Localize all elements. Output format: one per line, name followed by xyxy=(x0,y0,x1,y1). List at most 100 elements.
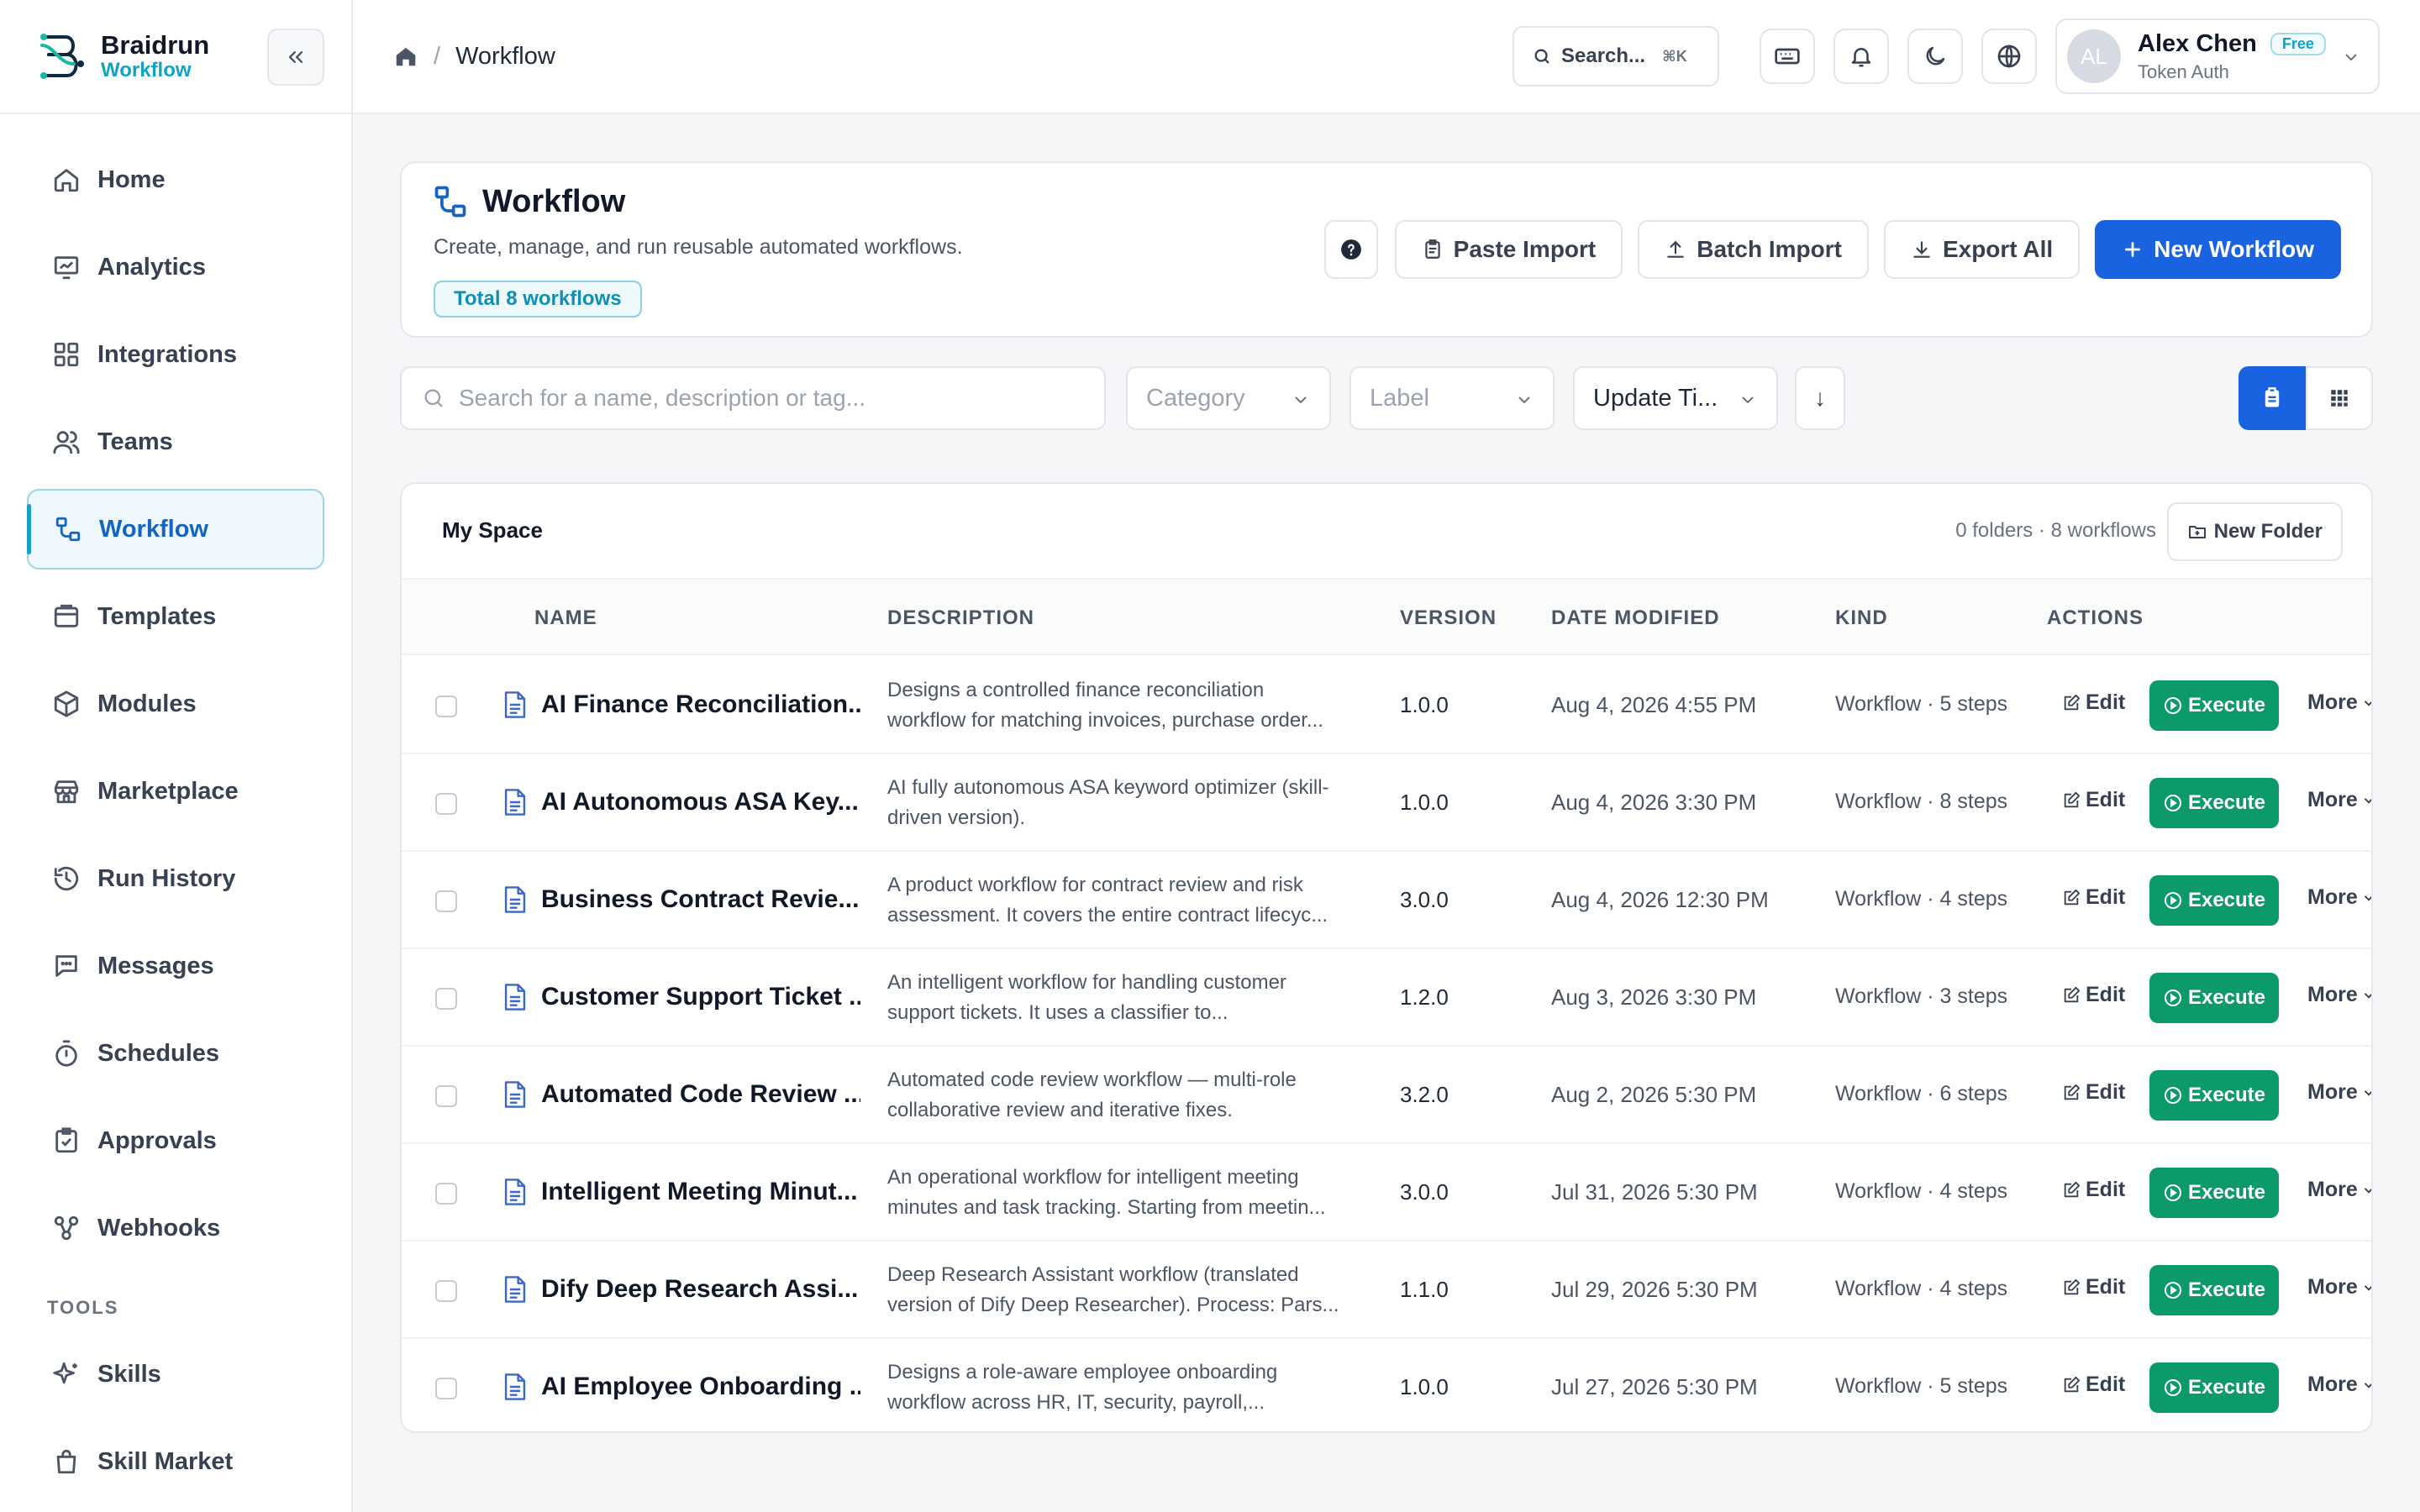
workflow-name[interactable]: Intelligent Meeting Minut... xyxy=(541,1178,860,1206)
brand[interactable]: Braidrun Workflow xyxy=(0,0,351,114)
execute-label: Execute xyxy=(2187,791,2266,814)
sidebar-item-modules[interactable]: Modules xyxy=(27,664,324,744)
batch-import-button[interactable]: Batch Import xyxy=(1638,220,1869,279)
new-folder-button[interactable]: New Folder xyxy=(2166,502,2343,561)
row-checkbox[interactable] xyxy=(435,1280,457,1302)
workflow-name[interactable]: AI Finance Reconciliation... xyxy=(541,690,860,719)
sidebar-item-workflow[interactable]: Workflow xyxy=(27,489,324,570)
sidebar-item-templates[interactable]: Templates xyxy=(27,576,324,657)
column-header-date-modified[interactable]: DATE MODIFIED xyxy=(1551,606,1720,630)
edit-button[interactable]: Edit xyxy=(2062,1275,2125,1299)
row-checkbox[interactable] xyxy=(435,1085,457,1107)
sidebar-item-teams[interactable]: Teams xyxy=(27,402,324,482)
edit-button[interactable]: Edit xyxy=(2062,983,2125,1007)
workflow-version: 1.0.0 xyxy=(1400,1374,1449,1399)
workflow-name[interactable]: AI Autonomous ASA Key... xyxy=(541,788,860,816)
table-row[interactable]: AI Autonomous ASA Key... AI fully autono… xyxy=(402,754,2371,852)
sort-select[interactable]: Update Ti... xyxy=(1573,366,1778,430)
workflow-name[interactable]: Dify Deep Research Assi... xyxy=(541,1275,860,1304)
edit-button[interactable]: Edit xyxy=(2062,885,2125,910)
notifications-button[interactable] xyxy=(1833,29,1889,84)
more-button[interactable]: More xyxy=(2307,1080,2371,1105)
table-row[interactable]: AI Employee Onboarding ... Designs a rol… xyxy=(402,1339,2371,1431)
more-button[interactable]: More xyxy=(2307,1373,2371,1397)
braidrun-logo-icon xyxy=(40,34,84,79)
more-button[interactable]: More xyxy=(2307,690,2371,715)
sidebar-item-skill-market[interactable]: Skill Market xyxy=(27,1421,324,1502)
column-header-version[interactable]: VERSION xyxy=(1400,606,1497,630)
list-view-button[interactable] xyxy=(2238,366,2306,430)
more-button[interactable]: More xyxy=(2307,1275,2371,1299)
edit-button[interactable]: Edit xyxy=(2062,1373,2125,1397)
table-row[interactable]: Customer Support Ticket ... An intellige… xyxy=(402,949,2371,1047)
table-row[interactable]: Intelligent Meeting Minut... An operatio… xyxy=(402,1144,2371,1242)
page-description: Create, manage, and run reusable automat… xyxy=(434,235,963,259)
sidebar: Braidrun Workflow Home Analytics Integra… xyxy=(0,0,353,1512)
new-folder-label: New Folder xyxy=(2213,520,2323,543)
help-button[interactable] xyxy=(1323,220,1378,279)
execute-button[interactable]: Execute xyxy=(2149,1265,2279,1315)
bell-icon xyxy=(1851,48,1871,67)
theme-toggle-button[interactable] xyxy=(1907,29,1963,84)
table-row[interactable]: Business Contract Revie... A product wor… xyxy=(402,852,2371,949)
row-checkbox[interactable] xyxy=(435,696,457,717)
table-row[interactable]: Dify Deep Research Assi... Deep Research… xyxy=(402,1242,2371,1339)
home-icon[interactable] xyxy=(393,44,418,69)
workflow-name[interactable]: Business Contract Revie... xyxy=(541,885,860,914)
sidebar-item-marketplace[interactable]: Marketplace xyxy=(27,751,324,832)
sidebar-item-schedules[interactable]: Schedules xyxy=(27,1013,324,1094)
table-row[interactable]: AI Finance Reconciliation... Designs a c… xyxy=(402,657,2371,754)
execute-button[interactable]: Execute xyxy=(2149,680,2279,731)
execute-button[interactable]: Execute xyxy=(2149,875,2279,926)
sidebar-item-messages[interactable]: Messages xyxy=(27,926,324,1006)
row-checkbox[interactable] xyxy=(435,1183,457,1205)
row-checkbox[interactable] xyxy=(435,988,457,1010)
workflow-name[interactable]: Customer Support Ticket ... xyxy=(541,983,860,1011)
sidebar-item-run-history[interactable]: Run History xyxy=(27,838,324,919)
language-button[interactable] xyxy=(1981,29,2037,84)
sidebar-item-analytics[interactable]: Analytics xyxy=(27,227,324,307)
workflow-version: 3.0.0 xyxy=(1400,1179,1449,1205)
execute-button[interactable]: Execute xyxy=(2149,1362,2279,1413)
collapse-sidebar-button[interactable] xyxy=(267,29,324,86)
workflow-name[interactable]: AI Employee Onboarding ... xyxy=(541,1373,860,1401)
user-menu[interactable]: AL Alex Chen Free Token Auth xyxy=(2055,18,2380,94)
edit-button[interactable]: Edit xyxy=(2062,788,2125,812)
row-checkbox[interactable] xyxy=(435,1378,457,1399)
edit-button[interactable]: Edit xyxy=(2062,690,2125,715)
paste-import-button[interactable]: Paste Import xyxy=(1394,220,1623,279)
clipboard-list-icon xyxy=(2265,387,2280,407)
more-button[interactable]: More xyxy=(2307,788,2371,812)
workflow-search-input[interactable]: Search for a name, description or tag... xyxy=(400,366,1106,430)
execute-button[interactable]: Execute xyxy=(2149,1070,2279,1121)
sort-direction-button[interactable]: ↓ xyxy=(1795,366,1845,430)
row-checkbox[interactable] xyxy=(435,890,457,912)
sidebar-item-skills[interactable]: Skills xyxy=(27,1334,324,1415)
execute-button[interactable]: Execute xyxy=(2149,1168,2279,1218)
chevron-down-icon xyxy=(2345,54,2357,61)
new-workflow-button[interactable]: New Workflow xyxy=(2095,220,2341,279)
execute-button[interactable]: Execute xyxy=(2149,778,2279,828)
sidebar-item-approvals[interactable]: Approvals xyxy=(27,1100,324,1181)
export-all-button[interactable]: Export All xyxy=(1883,220,2081,279)
sidebar-item-home[interactable]: Home xyxy=(27,139,324,220)
bag-icon xyxy=(56,1449,76,1474)
more-button[interactable]: More xyxy=(2307,983,2371,1007)
webhooks-icon xyxy=(54,1215,79,1241)
label-select[interactable]: Label xyxy=(1349,366,1555,430)
category-select[interactable]: Category xyxy=(1126,366,1331,430)
table-row[interactable]: Automated Code Review ... Automated code… xyxy=(402,1047,2371,1144)
sidebar-item-integrations[interactable]: Integrations xyxy=(27,314,324,395)
more-button[interactable]: More xyxy=(2307,1178,2371,1202)
row-checkbox[interactable] xyxy=(435,793,457,815)
edit-button[interactable]: Edit xyxy=(2062,1178,2125,1202)
execute-button[interactable]: Execute xyxy=(2149,973,2279,1023)
more-button[interactable]: More xyxy=(2307,885,2371,910)
edit-button[interactable]: Edit xyxy=(2062,1080,2125,1105)
global-search-button[interactable]: Search... ⌘K xyxy=(1512,26,1719,87)
sidebar-item-webhooks[interactable]: Webhooks xyxy=(27,1188,324,1268)
keyboard-shortcuts-button[interactable] xyxy=(1760,29,1815,84)
column-header-name[interactable]: NAME xyxy=(534,606,597,630)
workflow-name[interactable]: Automated Code Review ... xyxy=(541,1080,860,1109)
grid-view-button[interactable] xyxy=(2306,366,2373,430)
